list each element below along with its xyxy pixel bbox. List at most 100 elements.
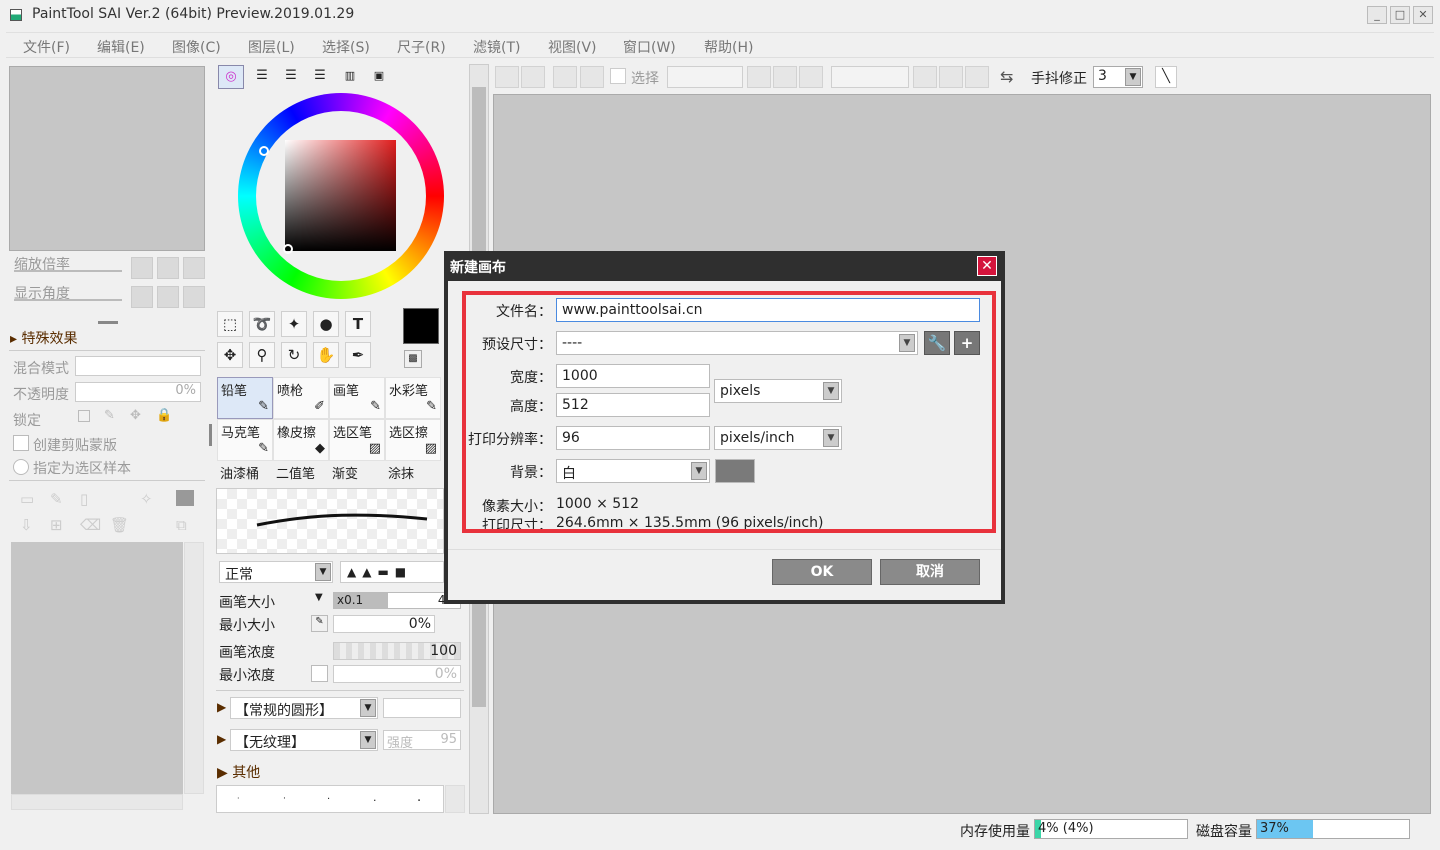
flip-icon[interactable]: ⇆ — [1000, 67, 1013, 86]
preset-edit-button[interactable]: 🔧 — [924, 331, 950, 355]
lock-draw-icon[interactable]: ✎ — [104, 408, 115, 423]
current-color-swatch[interactable] — [403, 308, 439, 344]
lock-all-icon[interactable]: 🔒 — [156, 408, 172, 423]
layer-scrollbar[interactable] — [184, 542, 204, 794]
hsv-sliders-tab-icon[interactable]: ☰ — [278, 65, 304, 89]
menu-view[interactable]: 视图(V) — [548, 37, 597, 57]
brush-shape-select[interactable]: 【常规的圆形】 — [230, 697, 378, 719]
background-color-swatch[interactable] — [715, 459, 755, 483]
selection-sample-checkbox[interactable] — [13, 459, 29, 475]
rotate-left-button[interactable] — [131, 286, 153, 308]
panel-splitter[interactable] — [98, 321, 118, 324]
lock-move-icon[interactable]: ✥ — [130, 408, 141, 423]
layer-h-scrollbar[interactable] — [11, 794, 183, 810]
min-size-field[interactable]: 0% — [333, 615, 435, 633]
brush-select-pen[interactable]: 选区笔 ▨ — [329, 419, 385, 461]
rgb-sliders-tab-icon[interactable]: ☰ — [249, 65, 275, 89]
brush-bucket[interactable]: 油漆桶 — [220, 463, 259, 482]
size-dropdown-icon[interactable]: ▼ — [315, 592, 323, 603]
shape-tool-icon[interactable]: ● — [313, 311, 339, 337]
brush-pencil[interactable]: 铅笔 ✎ — [217, 377, 273, 419]
swatches-tab-icon[interactable]: ☰ — [307, 65, 333, 89]
move-tool-icon[interactable]: ✥ — [217, 342, 243, 368]
panel-splitter-vertical[interactable] — [209, 424, 212, 446]
brush-shape-param[interactable] — [383, 698, 461, 718]
brush-brush[interactable]: 画笔 ✎ — [329, 377, 385, 419]
filename-input[interactable]: www.painttoolsai.cn — [556, 298, 980, 322]
rotate-reset-button[interactable] — [183, 286, 205, 308]
height-input[interactable]: 512 — [556, 393, 710, 417]
preset-select[interactable]: ---- ▼ — [556, 331, 918, 355]
clear-layer-icon[interactable]: ⌫ — [80, 516, 101, 534]
eyedropper-tool-icon[interactable]: ✒ — [345, 342, 371, 368]
pressure-size-icon[interactable]: ✎ — [311, 615, 328, 632]
other-section[interactable]: ▶ 其他 — [217, 762, 260, 782]
rotate-tool-icon[interactable]: ↻ — [281, 342, 307, 368]
new-folder-icon[interactable]: ▯ — [80, 490, 88, 508]
layer-list[interactable] — [11, 542, 183, 794]
rect-select-tool-icon[interactable]: ⬚ — [217, 311, 243, 337]
color-mixer-tab-icon[interactable]: ▣ — [366, 65, 392, 89]
zoom-in-toolbar-button[interactable] — [773, 66, 797, 88]
cancel-button[interactable]: 取消 — [880, 559, 980, 585]
zoom-reset-toolbar-button[interactable] — [799, 66, 823, 88]
effects-section[interactable]: ▸ 特殊效果 — [10, 328, 77, 348]
deselect-button[interactable] — [553, 66, 577, 88]
brush-shape-presets[interactable]: ▲▲▬■ — [340, 561, 444, 583]
rotate-left-toolbar-button[interactable] — [913, 66, 937, 88]
zoom-combo[interactable] — [667, 66, 743, 88]
magic-wand-tool-icon[interactable]: ✦ — [281, 311, 307, 337]
zoom-out-button[interactable] — [131, 257, 153, 279]
preset-add-button[interactable]: + — [954, 331, 980, 355]
rotate-reset-toolbar-button[interactable] — [965, 66, 989, 88]
brush-watercolor[interactable]: 水彩笔 ✎ — [385, 377, 441, 419]
chevron-down-icon[interactable]: ▼ — [360, 731, 376, 749]
density-field[interactable]: 100 — [333, 642, 461, 660]
menu-help[interactable]: 帮助(H) — [704, 37, 753, 57]
new-pen-layer-icon[interactable]: ✎ — [50, 490, 63, 508]
menu-edit[interactable]: 编辑(E) — [97, 37, 145, 57]
rotate-right-button[interactable] — [157, 286, 179, 308]
scratchpad-tab-icon[interactable]: ▥ — [337, 65, 363, 89]
expand-arrow-icon[interactable]: ▶ — [217, 700, 226, 714]
menu-layer[interactable]: 图层(L) — [248, 37, 295, 57]
brush-blur[interactable]: 涂抹 — [388, 463, 414, 482]
menu-select[interactable]: 选择(S) — [322, 37, 370, 57]
min-density-field[interactable]: 0% — [333, 665, 461, 683]
brush-tip-strip[interactable]: · · · · · — [216, 785, 444, 813]
resolution-unit-select[interactable]: pixels/inch ▼ — [714, 426, 842, 450]
merge-down-icon[interactable]: ⇩ — [20, 516, 33, 534]
resolution-input[interactable]: 96 — [556, 426, 710, 450]
text-tool-icon[interactable]: T — [345, 311, 371, 337]
ok-button[interactable]: OK — [772, 559, 872, 585]
merge-icon[interactable]: ⊞ — [50, 516, 63, 534]
opacity-field[interactable]: 0% — [75, 382, 201, 402]
window-close-button[interactable]: ✕ — [1413, 6, 1433, 24]
expand-arrow-icon[interactable]: ▶ — [217, 732, 226, 746]
redo-button[interactable] — [521, 66, 545, 88]
chevron-down-icon[interactable]: ▼ — [1125, 68, 1141, 86]
lock-transparency-icon[interactable] — [78, 410, 90, 422]
menu-filter[interactable]: 滤镜(T) — [473, 37, 520, 57]
angle-slider[interactable] — [14, 299, 122, 301]
chevron-down-icon[interactable]: ▼ — [315, 563, 331, 581]
zoom-tool-icon[interactable]: ⚲ — [249, 342, 275, 368]
rotate-right-toolbar-button[interactable] — [939, 66, 963, 88]
delete-layer-icon[interactable]: 🗑 — [110, 516, 129, 534]
transparent-color-icon[interactable]: ▩ — [404, 350, 422, 368]
brush-select-eraser[interactable]: 选区擦 ▨ — [385, 419, 441, 461]
menu-ruler[interactable]: 尺子(R) — [397, 37, 446, 57]
texture-strength-field[interactable]: 强度 95 — [383, 730, 461, 751]
dialog-close-button[interactable]: ✕ — [977, 256, 997, 276]
menu-file[interactable]: 文件(F) — [23, 37, 70, 57]
zoom-in-button[interactable] — [157, 257, 179, 279]
angle-combo[interactable] — [831, 66, 909, 88]
lasso-tool-icon[interactable]: ➰ — [249, 311, 275, 337]
blend-mode-select[interactable] — [75, 356, 201, 376]
zoom-reset-button[interactable] — [183, 257, 205, 279]
unit-select[interactable]: pixels ▼ — [714, 379, 842, 403]
chevron-down-icon[interactable]: ▼ — [360, 699, 376, 717]
color-wheel[interactable] — [238, 93, 444, 299]
hand-tool-icon[interactable]: ✋ — [313, 342, 339, 368]
zoom-slider[interactable] — [14, 270, 122, 272]
